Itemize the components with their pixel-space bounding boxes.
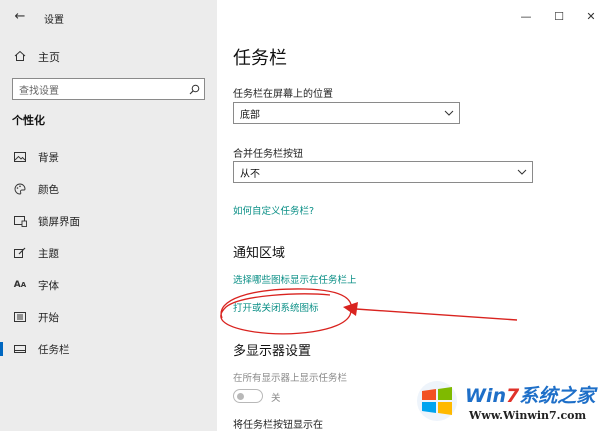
section-title: 个性化 (12, 114, 45, 127)
home-icon (12, 50, 28, 65)
taskbar-icon (12, 341, 28, 357)
sidebar-item-lockscreen[interactable]: 锁屏界面 (0, 208, 217, 234)
multi-display-title: 多显示器设置 (233, 344, 312, 359)
sidebar-item-taskbar[interactable]: 任务栏 (0, 336, 217, 362)
sidebar: ← 设置 主页 查找设置 个性化 背景 颜色 锁屏界面 主题 A A 字体 开始… (0, 0, 217, 431)
sidebar-item-start[interactable]: 开始 (0, 304, 217, 330)
combine-buttons-select[interactable]: 从不 (233, 161, 533, 183)
home-nav-item[interactable]: 主页 (12, 47, 212, 67)
show-all-displays-label: 在所有显示器上显示任务栏 (233, 373, 348, 384)
palette-icon (12, 181, 28, 197)
sidebar-item-themes[interactable]: 主题 (0, 240, 217, 266)
close-icon: ✕ (586, 9, 596, 23)
window-title: 设置 (44, 15, 64, 26)
show-buttons-label: 将任务栏按钮显示在 (233, 420, 323, 431)
search-icon[interactable] (184, 84, 204, 95)
picture-icon (12, 149, 28, 165)
taskbar-position-label: 任务栏在屏幕上的位置 (233, 89, 333, 100)
search-placeholder: 查找设置 (19, 85, 59, 97)
maximize-icon: ☐ (554, 9, 564, 23)
lockscreen-icon (12, 213, 28, 229)
search-input[interactable]: 查找设置 (12, 78, 205, 100)
sidebar-item-label: 开始 (38, 311, 59, 324)
show-all-displays-toggle[interactable] (233, 389, 263, 403)
minimize-button[interactable]: — (516, 6, 536, 26)
active-indicator (0, 342, 3, 356)
system-icons-link[interactable]: 打开或关闭系统图标 (233, 300, 319, 314)
toggle-knob (237, 392, 244, 400)
sidebar-item-colors[interactable]: 颜色 (0, 176, 217, 202)
watermark-url: Www.Winwin7.com (469, 409, 587, 422)
minimize-icon: — (520, 9, 532, 23)
sidebar-item-background[interactable]: 背景 (0, 144, 217, 170)
taskbar-position-value: 底部 (240, 109, 260, 121)
brush-icon (12, 245, 28, 261)
back-arrow-icon[interactable]: ← (12, 9, 28, 25)
sidebar-item-label: 颜色 (38, 183, 59, 196)
chevron-down-icon (512, 169, 532, 175)
start-icon (12, 309, 28, 325)
title-bar: ← 设置 (0, 0, 217, 34)
customize-taskbar-link[interactable]: 如何自定义任务栏? (233, 203, 314, 217)
chevron-down-icon (439, 110, 459, 116)
watermark-logo: Win7系统之家 Www.Winwin7.com (413, 375, 609, 431)
taskbar-position-select[interactable]: 底部 (233, 102, 460, 124)
watermark-brand: Win7系统之家 (465, 385, 596, 407)
combine-buttons-label: 合并任务栏按钮 (233, 149, 303, 160)
toggle-state-label: 关 (271, 393, 281, 404)
sidebar-item-label: 背景 (38, 151, 59, 164)
notification-area-title: 通知区域 (233, 246, 286, 261)
sidebar-item-label: 锁屏界面 (38, 215, 80, 228)
combine-buttons-value: 从不 (240, 168, 260, 180)
close-button[interactable]: ✕ (581, 6, 601, 26)
font-icon: AA (13, 280, 27, 290)
maximize-button[interactable]: ☐ (549, 6, 569, 26)
windows-flag-icon (417, 381, 457, 421)
select-icons-link[interactable]: 选择哪些图标显示在任务栏上 (233, 272, 357, 286)
sidebar-item-label: 字体 (38, 279, 59, 292)
sidebar-item-label: 主题 (38, 247, 59, 260)
sidebar-item-fonts[interactable]: AA 字体 (0, 272, 217, 298)
sidebar-item-label: 任务栏 (38, 343, 70, 356)
home-label: 主页 (38, 51, 60, 64)
page-title: 任务栏 (233, 48, 287, 69)
